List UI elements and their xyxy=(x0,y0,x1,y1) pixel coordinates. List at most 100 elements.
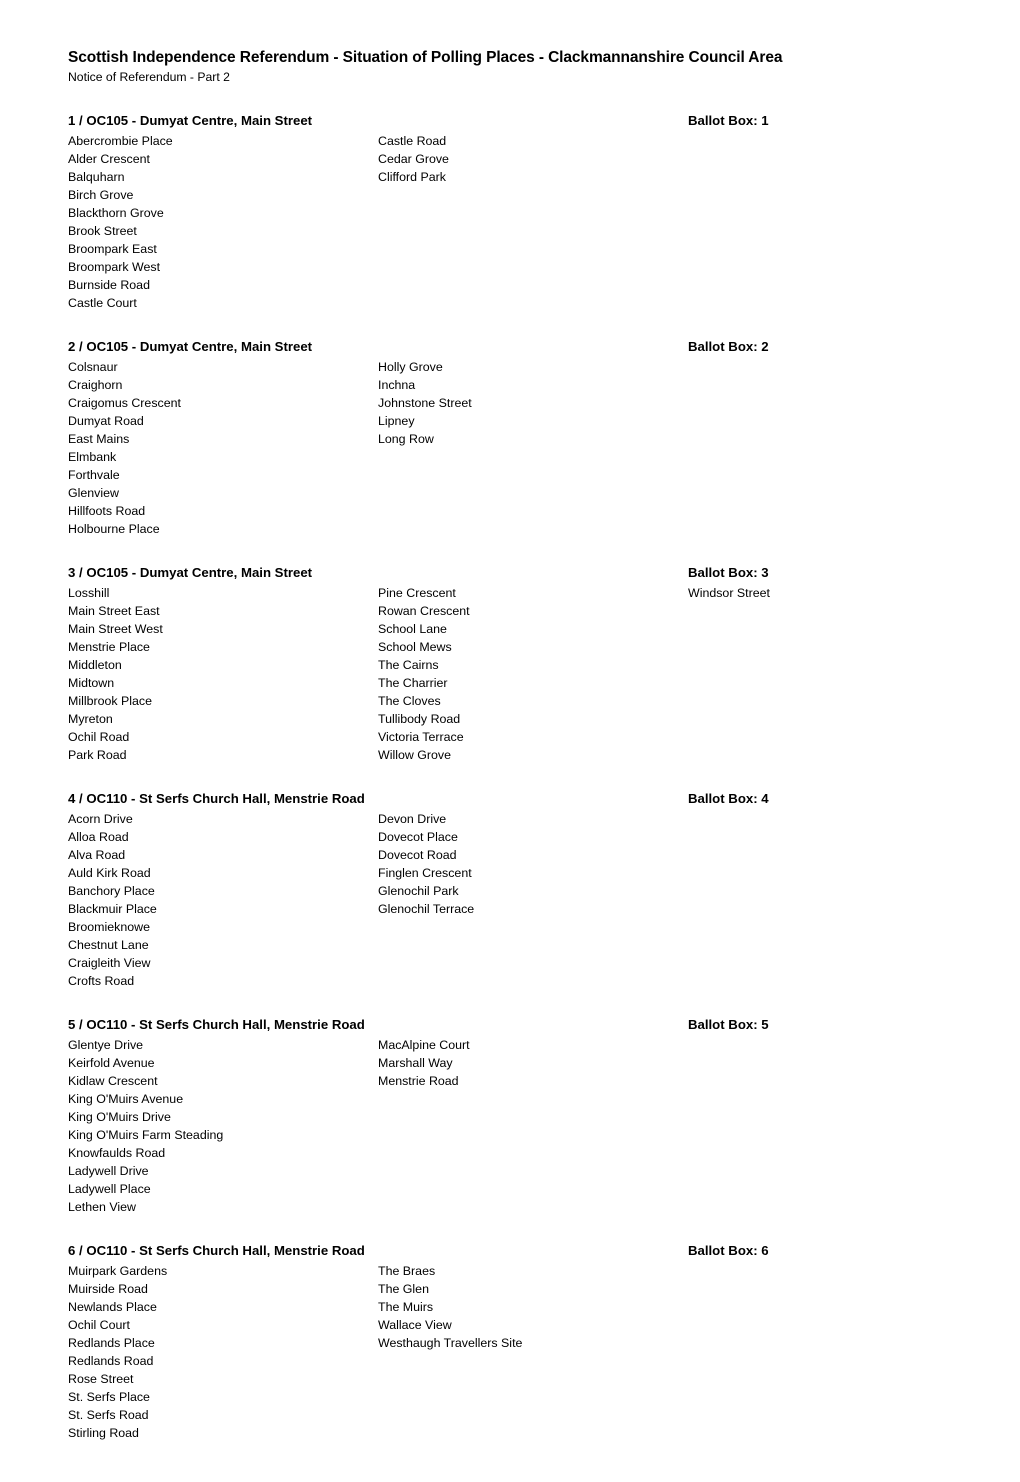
ballot-box-label: Ballot Box: 1 xyxy=(688,112,769,128)
street-name: Craigomus Crescent xyxy=(68,395,181,410)
street-name: Blackmuir Place xyxy=(68,901,157,916)
street-name: School Lane xyxy=(378,621,447,636)
polling-section: 3 / OC105 - Dumyat Centre, Main Street Ba… xyxy=(68,564,960,764)
polling-section-header: 2 / OC105 - Dumyat Centre, Main Street Ba… xyxy=(68,338,960,356)
street-name: The Cairns xyxy=(378,657,439,672)
street-name: Myreton xyxy=(68,711,113,726)
document-header: Scottish Independence Referendum - Situa… xyxy=(68,48,960,86)
street-name: Midtown xyxy=(68,675,115,690)
polling-place-heading: 1 / OC105 - Dumyat Centre, Main Street xyxy=(68,112,313,128)
polling-sections-list: 1 / OC105 - Dumyat Centre, Main Street Ba… xyxy=(68,112,960,1442)
polling-section-header: 4 / OC110 - St Serfs Church Hall, Menstr… xyxy=(68,790,960,808)
street-name: Blackthorn Grove xyxy=(68,205,164,220)
street-name: Forthvale xyxy=(68,467,120,482)
street-name: Glenochil Terrace xyxy=(378,901,475,916)
street-name: Glenview xyxy=(68,485,119,500)
street-name: Broompark West xyxy=(68,259,161,274)
street-name: Colsnaur xyxy=(68,359,118,374)
street-name: Finglen Crescent xyxy=(378,865,472,880)
street-name: Alloa Road xyxy=(68,829,129,844)
street-list-grid: Muirpark Gardens Muirside Road Newlands Pl… xyxy=(68,1262,960,1442)
street-name: Marshall Way xyxy=(378,1055,453,1070)
street-name: Pine Crescent xyxy=(378,585,456,600)
street-name: Menstrie Road xyxy=(378,1073,459,1088)
street-name: Rowan Crescent xyxy=(378,603,470,618)
street-name: School Mews xyxy=(378,639,452,654)
street-name: The Cloves xyxy=(378,693,441,708)
street-list-grid: Losshill Main Street East Main Street West… xyxy=(68,584,960,764)
street-name: Victoria Terrace xyxy=(378,729,464,744)
street-list-grid: Glentye Drive Keirfold Avenue Kidlaw Cresc… xyxy=(68,1036,960,1216)
street-list-column: Colsnaur Craighorn Craigomus Crescent Dumya… xyxy=(68,358,960,538)
street-name: Willow Grove xyxy=(378,747,451,762)
street-name: Devon Drive xyxy=(378,811,447,826)
page-title: Scottish Independence Referendum - Situa… xyxy=(68,49,783,66)
street-name: The Muirs xyxy=(378,1299,434,1314)
street-name: Crofts Road xyxy=(68,973,135,988)
street-name: Menstrie Place xyxy=(68,639,150,654)
street-name: Ochil Road xyxy=(68,729,130,744)
street-name: The Braes xyxy=(378,1263,436,1278)
street-name: Castle Court xyxy=(68,295,137,310)
street-name: Balquharn xyxy=(68,169,125,184)
street-name: Alva Road xyxy=(68,847,126,862)
street-name: Cedar Grove xyxy=(378,151,449,166)
street-name: Elmbank xyxy=(68,449,117,464)
street-name: Clifford Park xyxy=(378,169,446,184)
street-name: Lethen View xyxy=(68,1199,136,1214)
street-name: Burnside Road xyxy=(68,277,150,292)
street-name: Brook Street xyxy=(68,223,137,238)
street-name: St. Serfs Road xyxy=(68,1407,149,1422)
street-name: King O'Muirs Drive xyxy=(68,1109,171,1124)
street-name: Lipney xyxy=(378,413,415,428)
street-list-column: The Braes The Glen The Muirs Wallace View We… xyxy=(378,1262,522,1352)
polling-section-header: 6 / OC110 - St Serfs Church Hall, Menstr… xyxy=(68,1242,960,1260)
street-name: Rose Street xyxy=(68,1371,134,1386)
street-name: Acorn Drive xyxy=(68,811,133,826)
street-name: Birch Grove xyxy=(68,187,134,202)
street-name: Tullibody Road xyxy=(378,711,461,726)
street-list-column: Losshill Main Street East Main Street West… xyxy=(68,584,960,764)
polling-place-heading: 3 / OC105 - Dumyat Centre, Main Street xyxy=(68,564,313,580)
ballot-box-label: Ballot Box: 3 xyxy=(688,564,769,580)
street-name: Holbourne Place xyxy=(68,521,160,536)
street-name: Millbrook Place xyxy=(68,693,153,708)
street-name: Windsor Street xyxy=(688,585,770,600)
street-name: East Mains xyxy=(68,431,130,446)
street-name: Hillfoots Road xyxy=(68,503,146,518)
street-name: Main Street East xyxy=(68,603,160,618)
street-name: Broompark East xyxy=(68,241,157,256)
street-name: Craigleith View xyxy=(68,955,151,970)
street-list-column: Devon Drive Dovecot Place Dovecot Road Fing… xyxy=(378,810,474,918)
street-name: Losshill xyxy=(68,585,110,600)
street-name: Inchna xyxy=(378,377,416,392)
polling-section: 2 / OC105 - Dumyat Centre, Main Street Ba… xyxy=(68,338,960,538)
street-name: Banchory Place xyxy=(68,883,155,898)
polling-section-header: 1 / OC105 - Dumyat Centre, Main Street Ba… xyxy=(68,112,960,130)
street-name: Glentye Drive xyxy=(68,1037,144,1052)
street-name: Castle Road xyxy=(378,133,447,148)
street-list-column: MacAlpine Court Marshall Way Menstrie Road xyxy=(378,1036,470,1090)
street-name: Dovecot Road xyxy=(378,847,457,862)
street-name: Stirling Road xyxy=(68,1425,139,1440)
street-name: The Glen xyxy=(378,1281,429,1296)
polling-section-header: 3 / OC105 - Dumyat Centre, Main Street Ba… xyxy=(68,564,960,582)
street-name: Kidlaw Crescent xyxy=(68,1073,158,1088)
polling-place-heading: 4 / OC110 - St Serfs Church Hall, Menstr… xyxy=(68,790,365,806)
street-name: Chestnut Lane xyxy=(68,937,149,952)
polling-section: 4 / OC110 - St Serfs Church Hall, Menstr… xyxy=(68,790,960,990)
page-subtitle: Notice of Referendum - Part 2 xyxy=(68,70,230,85)
street-name: Ladywell Drive xyxy=(68,1163,149,1178)
street-name: Holly Grove xyxy=(378,359,443,374)
street-name: Dumyat Road xyxy=(68,413,144,428)
street-list-column: Holly Grove Inchna Johnstone Street Lipney L… xyxy=(378,358,472,448)
street-name: Park Road xyxy=(68,747,127,762)
street-name: Middleton xyxy=(68,657,122,672)
polling-place-heading: 6 / OC110 - St Serfs Church Hall, Menstr… xyxy=(68,1242,365,1258)
polling-section-header: 5 / OC110 - St Serfs Church Hall, Menstr… xyxy=(68,1016,960,1034)
street-name: Redlands Road xyxy=(68,1353,154,1368)
ballot-box-label: Ballot Box: 2 xyxy=(688,338,769,354)
street-name: Keirfold Avenue xyxy=(68,1055,155,1070)
document-page: Scottish Independence Referendum - Situa… xyxy=(0,0,1020,1482)
street-list-column: Glentye Drive Keirfold Avenue Kidlaw Cresc… xyxy=(68,1036,960,1216)
